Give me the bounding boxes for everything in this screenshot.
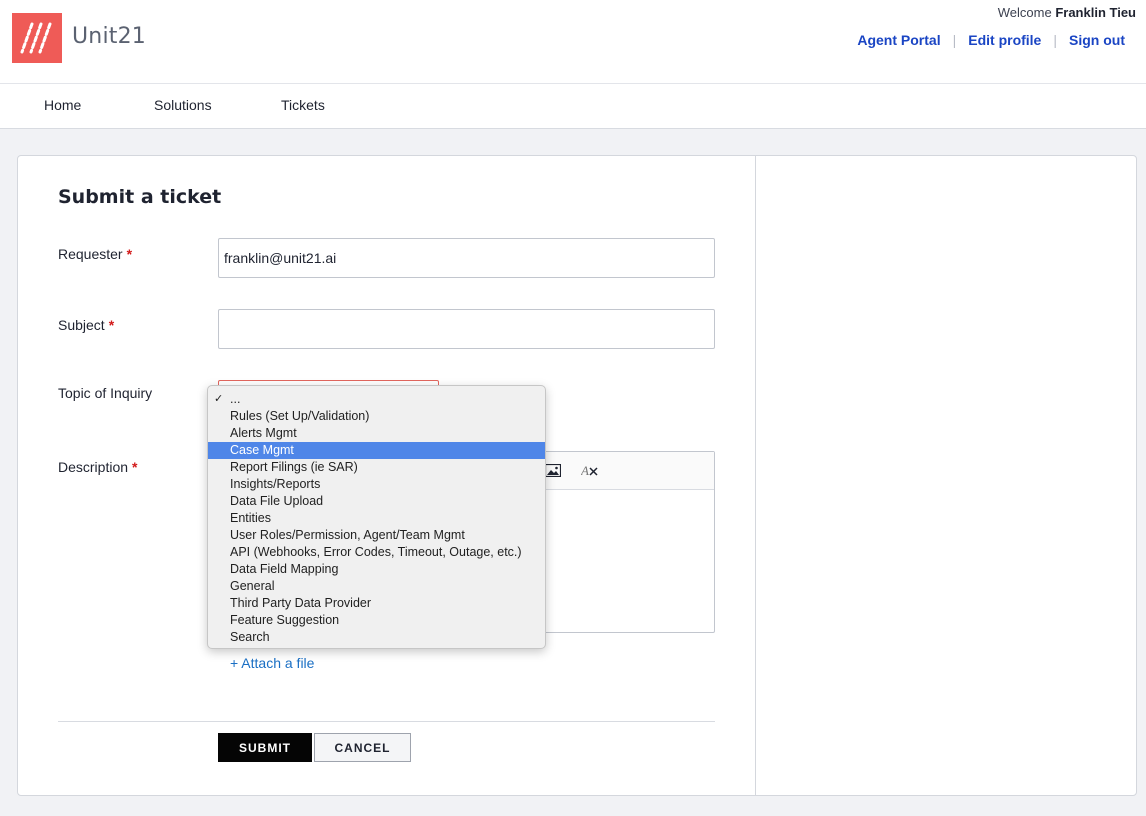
account-links: Agent Portal | Edit profile | Sign out [857, 32, 1125, 48]
form-divider [58, 721, 715, 722]
dropdown-option[interactable]: User Roles/Permission, Agent/Team Mgmt [208, 527, 545, 544]
dropdown-option[interactable]: API (Webhooks, Error Codes, Timeout, Out… [208, 544, 545, 561]
dropdown-option[interactable]: Entities [208, 510, 545, 527]
dropdown-option[interactable]: Data Field Mapping [208, 561, 545, 578]
required-mark: * [108, 317, 115, 333]
subject-input[interactable] [218, 309, 715, 349]
main-nav: Home Solutions Tickets [0, 84, 1146, 129]
sign-out-link[interactable]: Sign out [1069, 32, 1125, 48]
dropdown-option-highlighted[interactable]: Case Mgmt [208, 442, 545, 459]
dropdown-option[interactable]: Data File Upload [208, 493, 545, 510]
dropdown-option[interactable]: Insights/Reports [208, 476, 545, 493]
brand-logo[interactable] [12, 13, 62, 63]
dropdown-option[interactable]: Rules (Set Up/Validation) [208, 408, 545, 425]
nav-item-home[interactable]: Home [44, 97, 81, 113]
link-separator: | [1053, 32, 1057, 48]
dropdown-option[interactable]: Third Party Data Provider [208, 595, 545, 612]
dropdown-option[interactable]: Search [208, 629, 545, 646]
image-icon[interactable] [544, 463, 562, 480]
required-mark: * [132, 459, 138, 475]
cancel-button[interactable]: CANCEL [314, 733, 411, 762]
clear-format-icon[interactable]: A [580, 463, 599, 480]
check-icon: ✓ [214, 393, 224, 405]
nav-item-solutions[interactable]: Solutions [154, 97, 212, 113]
attach-file-link[interactable]: + Attach a file [230, 655, 314, 671]
top-header: Unit21 Welcome Franklin Tieu Agent Porta… [0, 0, 1146, 84]
link-separator: | [952, 32, 957, 48]
requester-input[interactable] [218, 238, 715, 278]
nav-item-tickets[interactable]: Tickets [281, 97, 325, 113]
dropdown-option[interactable]: Report Filings (ie SAR) [208, 459, 545, 476]
subject-label: Subject * [58, 317, 114, 333]
dropdown-option[interactable]: General [208, 578, 545, 595]
required-mark: * [126, 246, 133, 262]
brand-name: Unit21 [72, 24, 146, 49]
agent-portal-link[interactable]: Agent Portal [857, 32, 940, 48]
page-title: Submit a ticket [58, 186, 222, 208]
welcome-prefix: Welcome [997, 5, 1052, 20]
logo-slashes-icon [20, 22, 52, 54]
edit-profile-link[interactable]: Edit profile [968, 32, 1041, 48]
subject-label-text: Subject [58, 317, 105, 333]
description-label-text: Description [58, 459, 129, 475]
topic-label: Topic of Inquiry [58, 385, 153, 401]
dropdown-option[interactable]: Alerts Mgmt [208, 425, 545, 442]
welcome-text: Welcome Franklin Tieu [998, 5, 1136, 20]
dropdown-option-empty[interactable]: ✓... [208, 391, 545, 408]
svg-text:A: A [581, 464, 589, 477]
sidebar-divider [755, 156, 756, 795]
requester-label-text: Requester [58, 246, 123, 262]
requester-label: Requester * [58, 246, 132, 262]
user-name: Franklin Tieu [1055, 5, 1136, 20]
description-label: Description * [58, 459, 137, 475]
topic-dropdown-menu: ✓... Rules (Set Up/Validation) Alerts Mg… [207, 385, 546, 649]
dropdown-option[interactable]: Feature Suggestion [208, 612, 545, 629]
submit-button[interactable]: SUBMIT [218, 733, 312, 762]
